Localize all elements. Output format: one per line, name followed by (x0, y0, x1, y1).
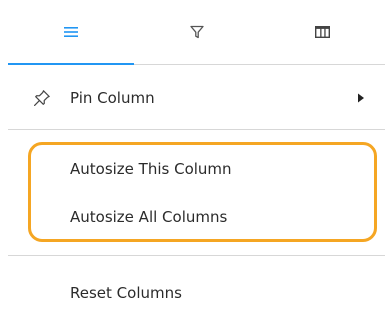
menu-tab-bar (8, 0, 385, 65)
submenu-arrow-icon (357, 93, 385, 103)
tab-columns[interactable] (259, 0, 385, 64)
filter-icon (189, 25, 204, 39)
menu-divider (8, 129, 385, 130)
tab-general[interactable] (8, 0, 134, 65)
autosize-all-columns-label: Autosize All Columns (70, 208, 228, 226)
menu-lines-icon (63, 26, 78, 38)
reset-columns-label: Reset Columns (70, 284, 182, 302)
menu-divider (8, 255, 385, 256)
menu-item-pin-column[interactable]: Pin Column (8, 73, 385, 123)
columns-icon (314, 26, 330, 38)
column-menu: Pin Column Autosize This Column Autosize… (0, 0, 385, 314)
menu-item-autosize-all-columns[interactable]: Autosize All Columns (8, 192, 385, 242)
menu-item-autosize-this-column[interactable]: Autosize This Column (8, 144, 385, 194)
tab-filter[interactable] (134, 0, 260, 64)
pin-icon (8, 89, 70, 107)
menu-item-reset-columns[interactable]: Reset Columns (8, 268, 385, 314)
autosize-this-column-label: Autosize This Column (70, 160, 232, 178)
pin-column-label: Pin Column (70, 89, 155, 107)
